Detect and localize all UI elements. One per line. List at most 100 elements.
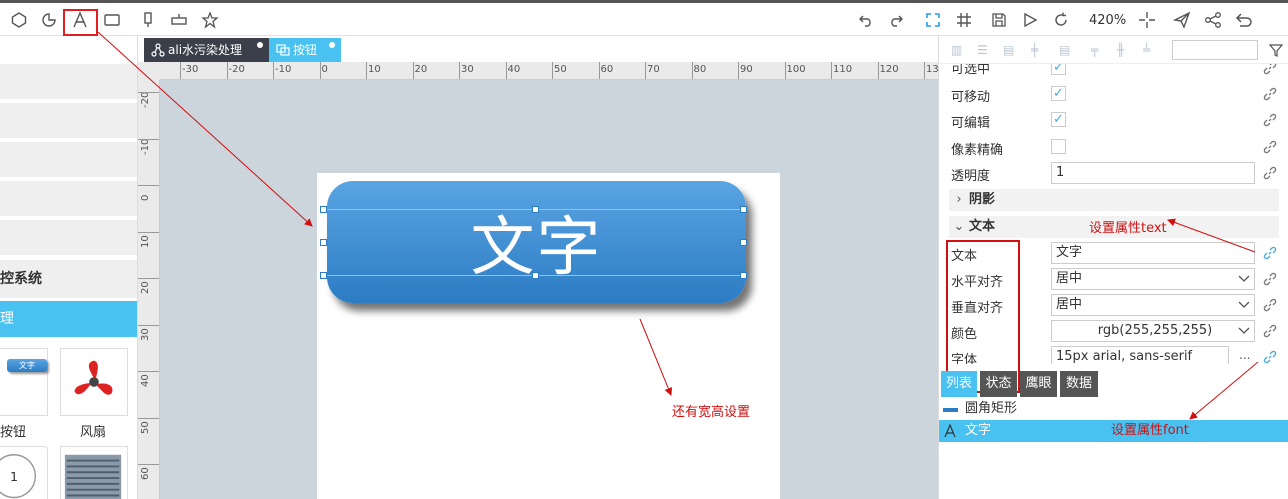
align-top-icon[interactable]: ╤ xyxy=(1091,43,1105,57)
rounded-button-shape[interactable]: 文字 xyxy=(327,181,746,303)
ruler-tick-label: 90 xyxy=(740,64,753,75)
ruler-tick xyxy=(138,92,159,93)
halign-select[interactable]: 居中 xyxy=(1051,268,1255,290)
panel-row[interactable] xyxy=(0,103,137,140)
align-vcenter-icon[interactable]: ╫ xyxy=(1117,43,1131,57)
color-select[interactable]: rgb(255,255,255) xyxy=(1051,320,1255,342)
hexagon-icon[interactable] xyxy=(8,9,30,31)
save-icon[interactable] xyxy=(988,9,1010,31)
send-icon[interactable] xyxy=(1171,9,1193,31)
panel-row[interactable] xyxy=(0,220,137,257)
align-base-icon[interactable]: ╧ xyxy=(1143,43,1157,57)
gauge-tile[interactable]: 1 xyxy=(0,446,48,499)
play-icon[interactable] xyxy=(1019,9,1041,31)
resize-handle[interactable] xyxy=(320,272,327,279)
pie-icon[interactable] xyxy=(38,9,60,31)
link-icon[interactable] xyxy=(1262,64,1278,76)
resize-handle[interactable] xyxy=(532,206,539,213)
editable-checkbox[interactable]: ✓ xyxy=(1051,112,1066,127)
rect-layer-icon xyxy=(943,408,958,412)
vertical-icon[interactable] xyxy=(137,9,159,31)
layer-item-rounded-rect[interactable]: 圆角矩形 xyxy=(939,398,1288,420)
prop-movable-label: 可移动 xyxy=(951,90,991,105)
ruler-tick-label: 120 xyxy=(879,64,899,75)
font-input[interactable]: 15px arial, sans-serif xyxy=(1051,346,1229,364)
align-search-input[interactable] xyxy=(1172,40,1258,60)
share-icon[interactable] xyxy=(1202,9,1224,31)
redo-icon[interactable] xyxy=(885,9,907,31)
tab-water-treatment[interactable]: ali水污染处理 xyxy=(144,38,269,62)
layer-item-text[interactable]: 文字 设置属性font xyxy=(939,420,1288,442)
fan-tile[interactable] xyxy=(60,348,128,416)
prop-opacity-label: 透明度 xyxy=(951,169,991,184)
star-icon[interactable] xyxy=(199,9,221,31)
design-canvas[interactable]: 文字 还有宽高设置 xyxy=(160,80,938,499)
category-selected[interactable]: 理 xyxy=(0,301,137,337)
selectable-checkbox[interactable]: ✓ xyxy=(1051,64,1066,75)
rect-icon[interactable] xyxy=(101,9,123,31)
valign-select[interactable]: 居中 xyxy=(1051,294,1255,316)
ruler-tick xyxy=(459,62,460,79)
grid-icon[interactable] xyxy=(953,9,975,31)
svg-text:1: 1 xyxy=(10,469,18,484)
back-icon[interactable] xyxy=(1233,9,1255,31)
tab-list[interactable]: 列表 xyxy=(941,371,977,397)
tab-state[interactable]: 状态 xyxy=(980,371,1017,397)
align-center-icon[interactable]: ☰ xyxy=(977,43,991,57)
resize-handle[interactable] xyxy=(320,239,327,246)
opacity-input[interactable]: 1 xyxy=(1051,162,1255,184)
link-icon[interactable] xyxy=(1262,139,1278,155)
resize-handle[interactable] xyxy=(740,239,747,246)
tab-button[interactable]: 按钮 xyxy=(269,38,341,62)
ruler-tick xyxy=(138,464,159,465)
section-shadow[interactable]: › 阴影 xyxy=(949,189,1279,211)
ruler-tick-label: 30 xyxy=(140,327,151,341)
link-icon[interactable] xyxy=(1262,86,1278,102)
align-left-icon[interactable]: ▥ xyxy=(951,43,965,57)
ruler-tick xyxy=(138,185,159,186)
panel-row[interactable] xyxy=(0,181,137,218)
crosshair-icon[interactable] xyxy=(1136,9,1158,31)
link-icon[interactable] xyxy=(1262,165,1278,181)
filter-icon[interactable] xyxy=(1269,43,1283,57)
ruler-tick xyxy=(138,231,159,233)
resize-handle[interactable] xyxy=(320,206,327,213)
resize-handle[interactable] xyxy=(740,272,747,279)
ruler-tick xyxy=(412,62,414,79)
ruler-tick xyxy=(180,62,181,79)
link-icon[interactable] xyxy=(1262,323,1278,339)
panel-row[interactable] xyxy=(0,142,137,179)
text-input[interactable]: 文字 xyxy=(1051,242,1255,264)
refresh-icon[interactable] xyxy=(1050,9,1072,31)
link-icon[interactable] xyxy=(1262,245,1278,261)
tab-eagle-eye[interactable]: 鹰眼 xyxy=(1020,371,1057,397)
select-icon[interactable] xyxy=(922,9,944,31)
ruler-tick xyxy=(138,324,159,326)
tile-label-button: 按钮 xyxy=(0,425,27,440)
pixel-checkbox[interactable] xyxy=(1051,139,1066,154)
circle-gauge-icon: 1 xyxy=(0,454,37,499)
chevron-down-icon xyxy=(1238,275,1250,282)
tab-data[interactable]: 数据 xyxy=(1060,371,1098,397)
link-icon[interactable] xyxy=(1262,349,1278,364)
align-middle-icon[interactable]: ╪ xyxy=(1031,43,1045,57)
tile-label-fan: 风扇 xyxy=(80,425,107,440)
link-icon[interactable] xyxy=(1262,271,1278,287)
font-more-button[interactable]: ... xyxy=(1239,348,1250,362)
zoom-level[interactable]: 420% xyxy=(1089,13,1126,28)
horizontal-icon[interactable] xyxy=(168,9,190,31)
link-icon[interactable] xyxy=(1262,112,1278,128)
link-icon[interactable] xyxy=(1262,297,1278,313)
button-tile[interactable]: 文字 xyxy=(0,348,48,416)
align-bottom-icon[interactable]: ▤ xyxy=(1059,43,1073,57)
panel-row[interactable] xyxy=(0,64,137,101)
vent-tile[interactable] xyxy=(60,446,128,499)
resize-handle[interactable] xyxy=(532,272,539,279)
align-toolbar: ▥ ☰ ▤ ╪ ▤ ╤ ╫ ╧ xyxy=(939,36,1288,64)
ruler-tick-label: 40 xyxy=(140,374,151,387)
movable-checkbox[interactable]: ✓ xyxy=(1051,86,1066,101)
resize-handle[interactable] xyxy=(740,206,747,213)
system-group[interactable]: 监控系统 xyxy=(0,260,137,298)
align-right-icon[interactable]: ▤ xyxy=(1003,43,1017,57)
undo-icon[interactable] xyxy=(855,9,877,31)
